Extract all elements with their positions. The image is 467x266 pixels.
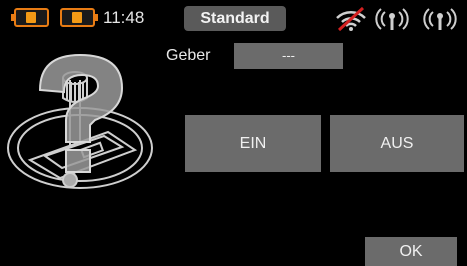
status-bar: 11:48 Standard: [0, 0, 467, 38]
battery-left-icon: [11, 8, 49, 27]
ein-button[interactable]: EIN: [185, 115, 321, 172]
geber-label: Geber: [166, 47, 211, 64]
battery-right-icon: [60, 8, 98, 27]
question-mark-joystick-icon: [7, 53, 153, 189]
geber-select-field[interactable]: ---: [234, 43, 343, 69]
antenna-signal-icon: [375, 8, 409, 30]
ok-button[interactable]: OK: [365, 237, 457, 266]
aus-button[interactable]: AUS: [330, 115, 464, 172]
wifi-icon[interactable]: [333, 6, 369, 32]
antenna-signal-icon: [423, 8, 457, 30]
clock-time: 11:48: [103, 8, 145, 27]
model-name-button[interactable]: Standard: [184, 6, 286, 31]
